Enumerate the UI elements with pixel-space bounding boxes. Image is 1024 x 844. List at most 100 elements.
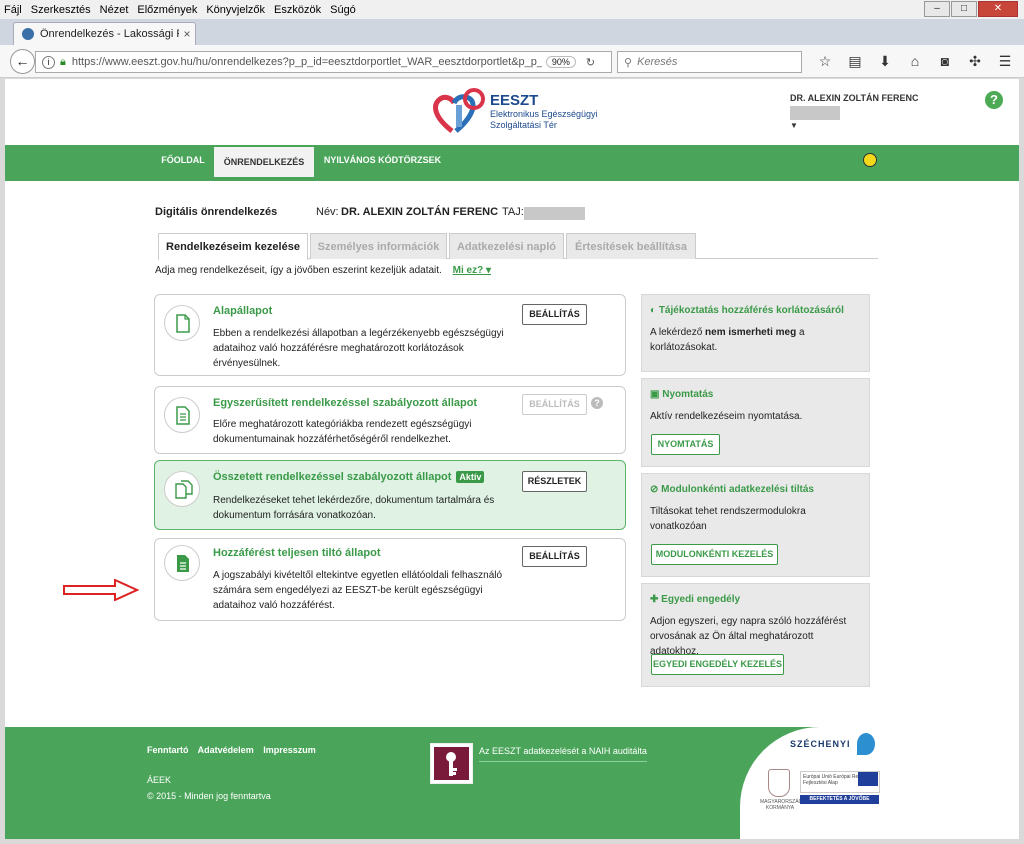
url-text[interactable]: https://www.eeszt.gov.hu/hu/onrendelkeze… bbox=[72, 56, 542, 68]
logo-subtitle-1: Elektronikus Egészségügyi bbox=[490, 108, 598, 119]
nav-item-onrendelkezes[interactable]: ÖNRENDELKEZÉS bbox=[214, 147, 314, 177]
menu-edit[interactable]: Szerkesztés bbox=[31, 4, 91, 16]
naih-key-icon[interactable] bbox=[430, 743, 473, 784]
card-title-text: Összetett rendelkezéssel szabályozott ál… bbox=[213, 471, 452, 483]
card-text: Ebben a rendelkezési állapotban a legérz… bbox=[213, 328, 504, 369]
menu-tools[interactable]: Eszközök bbox=[274, 4, 321, 16]
reload-icon[interactable]: ↻ bbox=[586, 56, 595, 69]
main-nav: FŐOLDAL ÖNRENDELKEZÉS NYILVÁNOS KÓDTÖRZS… bbox=[5, 145, 1019, 181]
nav-item-codelists[interactable]: NYILVÁNOS KÓDTÖRZSEK bbox=[315, 145, 450, 181]
setting-button[interactable]: BEÁLLÍTÁS bbox=[522, 304, 587, 325]
printer-icon: ▣ bbox=[650, 389, 663, 400]
taj-redacted-box bbox=[524, 207, 585, 220]
card-title: Alapállapot bbox=[213, 305, 273, 317]
mi-ez-label: Mi ez? bbox=[452, 265, 484, 276]
download-icon[interactable]: ⬇ bbox=[870, 53, 900, 70]
minimize-button[interactable]: – bbox=[924, 1, 950, 17]
url-bar[interactable]: i 🔒︎ https://www.eeszt.gov.hu/hu/onrende… bbox=[35, 51, 612, 73]
footer-link-impresszum[interactable]: Impresszum bbox=[263, 745, 316, 755]
footer-copyright: © 2015 - Minden jog fenntartva bbox=[147, 791, 271, 801]
footer-link-adatvedelem[interactable]: Adatvédelem bbox=[198, 745, 254, 755]
document-lines-icon bbox=[164, 397, 200, 433]
page-title: Digitális önrendelkezés bbox=[155, 206, 278, 218]
setting-button-disabled[interactable]: BEÁLLÍTÁS bbox=[522, 394, 587, 415]
name-value: DR. ALEXIN ZOLTÁN FERENC bbox=[341, 206, 499, 218]
footer-link-fenntarto[interactable]: Fenntartó bbox=[147, 745, 189, 755]
tab-title: Önrendelkezés - Lakossági Po bbox=[40, 28, 179, 40]
mi-ez-link[interactable]: Mi ez? ▾ bbox=[453, 265, 491, 276]
tab-strip: Önrendelkezés - Lakossági Po × + bbox=[0, 19, 1024, 61]
menu-help[interactable]: Súgó bbox=[330, 4, 356, 16]
lock-icon[interactable]: 🔒︎ bbox=[60, 56, 66, 69]
user-plus-icon: ✚ bbox=[650, 594, 662, 605]
info-icon[interactable]: i bbox=[42, 55, 55, 69]
browser-tab[interactable]: Önrendelkezés - Lakossági Po × bbox=[13, 22, 196, 45]
menu-history[interactable]: Előzmények bbox=[137, 4, 197, 16]
maximize-button[interactable]: □ bbox=[951, 1, 977, 17]
document-filled-icon bbox=[164, 545, 200, 581]
close-tab-icon[interactable]: × bbox=[179, 27, 195, 41]
eu-flag-icon bbox=[858, 772, 878, 786]
menu-file[interactable]: Fájl bbox=[4, 4, 22, 16]
extension-icon[interactable]: ✣ bbox=[960, 53, 990, 70]
menu-view[interactable]: Nézet bbox=[100, 4, 129, 16]
logo-title: EESZT bbox=[490, 91, 539, 109]
search-placeholder: Keresés bbox=[637, 56, 678, 68]
eeszt-logo[interactable]: EESZT Elektronikus Egészségügyi Szolgált… bbox=[432, 87, 598, 135]
question-icon[interactable]: ? bbox=[591, 397, 603, 409]
setting-button[interactable]: BEÁLLÍTÁS bbox=[522, 546, 587, 567]
status-card-alap: Alapállapot Ebben a rendelkezési állapot… bbox=[154, 294, 626, 376]
hamburger-menu-icon[interactable]: ☰ bbox=[990, 53, 1020, 70]
side-text: Adjon egyszeri, egy napra szóló hozzáfér… bbox=[650, 616, 847, 657]
reading-list-icon[interactable]: ▤ bbox=[840, 53, 870, 70]
bookmark-star-icon[interactable]: ☆ bbox=[810, 53, 840, 70]
web-page: EESZT Elektronikus Egészségügyi Szolgált… bbox=[5, 79, 1019, 839]
footer-org: ÁEEK bbox=[147, 775, 172, 785]
help-icon[interactable]: ? bbox=[985, 91, 1003, 109]
card-title: Egyszerűsített rendelkezéssel szabályozo… bbox=[213, 397, 478, 409]
status-badge: Aktív bbox=[456, 471, 485, 483]
card-text: A jogszabályi kivételtől eltekintve egye… bbox=[213, 570, 503, 611]
status-card-tilto: Hozzáférést teljesen tiltó állapot A jog… bbox=[154, 538, 626, 621]
menu-bookmarks[interactable]: Könyvjelzők bbox=[206, 4, 265, 16]
page-subtitle: Adja meg rendelkezéseit, így a jövőben e… bbox=[155, 265, 491, 276]
caret-down-icon[interactable]: ▼ bbox=[790, 121, 919, 130]
side-text-bold: nem ismerheti meg bbox=[705, 327, 797, 338]
szechenyi-banner[interactable]: SZÉCHENYI MAGYARORSZÁG KORMÁNYA Európai … bbox=[740, 727, 1019, 839]
pocket-icon[interactable]: ◙ bbox=[930, 53, 960, 70]
search-icon: ⚲ bbox=[624, 56, 633, 69]
status-card-egyszerusitett: Egyszerűsített rendelkezéssel szabályozo… bbox=[154, 386, 626, 454]
tab-szemelyes[interactable]: Személyes információk bbox=[310, 233, 447, 259]
nav-item-home[interactable]: FŐOLDAL bbox=[153, 145, 213, 181]
government-text: MAGYARORSZÁG KORMÁNYA bbox=[760, 799, 803, 811]
search-input[interactable]: ⚲ Keresés bbox=[617, 51, 802, 73]
red-arrow-icon bbox=[63, 579, 139, 601]
print-button[interactable]: NYOMTATÁS bbox=[651, 434, 720, 455]
user-menu[interactable]: DR. ALEXIN ZOLTÁN FERENC ▼ bbox=[790, 93, 919, 130]
naih-key-badge bbox=[434, 747, 469, 780]
eu-slogan: BEFEKTETÉS A JÖVŐBE bbox=[800, 795, 879, 804]
close-window-button[interactable]: ✕ bbox=[978, 1, 1018, 17]
hungary-crest-icon bbox=[768, 769, 790, 797]
name-label: Név: bbox=[316, 206, 339, 218]
details-button[interactable]: RÉSZLETEK bbox=[522, 471, 587, 492]
module-manage-button[interactable]: MODULONKÉNTI KEZELÉS bbox=[651, 544, 778, 565]
user-redacted-box bbox=[790, 106, 840, 120]
side-text: A lekérdező nem ismerheti meg a korlátoz… bbox=[650, 325, 860, 355]
tab-naplo[interactable]: Adatkezelési napló bbox=[449, 233, 564, 259]
menu-bar: Fájl Szerkesztés Nézet Előzmények Könyvj… bbox=[0, 0, 1024, 19]
home-icon[interactable]: ⌂ bbox=[900, 53, 930, 70]
zoom-level[interactable]: 90% bbox=[545, 56, 576, 68]
tab-ertesitesek[interactable]: Értesítések beállítása bbox=[566, 233, 696, 259]
card-text: Előre meghatározott kategóriákba rendeze… bbox=[213, 419, 472, 445]
accessibility-icon[interactable] bbox=[863, 153, 877, 167]
side-title-text: Nyomtatás bbox=[662, 389, 714, 400]
side-text: Aktív rendelkezéseim nyomtatása. bbox=[650, 411, 803, 422]
naih-audit-text[interactable]: Az EESZT adatkezelését a NAIH auditálta bbox=[479, 746, 647, 756]
side-title-text: Tájékoztatás hozzáférés korlátozásáról bbox=[658, 305, 844, 316]
back-button[interactable]: ← bbox=[10, 49, 35, 74]
side-panel-module: ⊘ Modulonkénti adatkezelési tiltás Tiltá… bbox=[641, 473, 870, 577]
tab-rendelkezeseim[interactable]: Rendelkezéseim kezelése bbox=[158, 233, 308, 260]
permit-manage-button[interactable]: EGYEDI ENGEDÉLY KEZELÉS bbox=[651, 654, 784, 675]
side-text: Tiltásokat tehet rendszermodulokra vonat… bbox=[650, 506, 806, 532]
